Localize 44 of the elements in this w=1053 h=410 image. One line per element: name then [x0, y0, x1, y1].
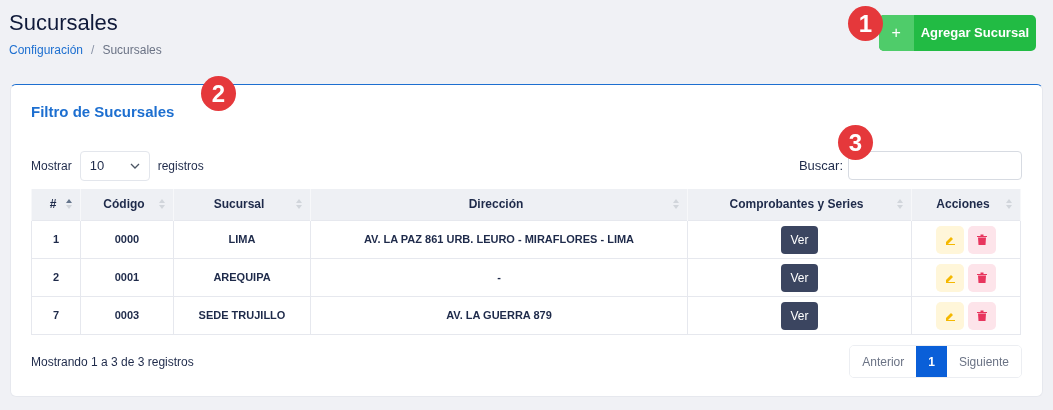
page-title: Sucursales	[9, 9, 119, 37]
table-cell: SEDE TRUJILLO	[173, 296, 311, 335]
view-button[interactable]: Ver	[781, 301, 818, 330]
view-button[interactable]: Ver	[781, 263, 818, 292]
search-field[interactable]	[848, 151, 1022, 180]
column-header[interactable]: #	[31, 188, 81, 221]
table-cell: 0000	[80, 220, 174, 259]
table-cell: LIMA	[173, 220, 311, 259]
callout-badge: 1	[848, 6, 883, 41]
column-header[interactable]: Código	[80, 188, 174, 221]
chevron-down-icon	[129, 162, 140, 169]
trash-icon	[977, 272, 987, 283]
show-label: Mostrar	[31, 157, 72, 175]
pencil-icon	[944, 310, 956, 321]
delete-button[interactable]	[968, 225, 996, 254]
table-cell: 1	[31, 220, 81, 259]
table-cell: AV. LA PAZ 861 URB. LEURO - MIRAFLORES - LIMA	[310, 220, 688, 259]
delete-button[interactable]	[968, 301, 996, 330]
table-cell: 2	[31, 258, 81, 297]
records-label: registros	[157, 157, 204, 175]
delete-button[interactable]	[968, 263, 996, 292]
pencil-icon	[944, 234, 956, 245]
table-cell: 0003	[80, 296, 174, 335]
breadcrumb-separator: /	[91, 42, 95, 59]
table-cell: 0001	[80, 258, 174, 297]
breadcrumb-link[interactable]: Configuración	[9, 41, 84, 59]
page-size-select[interactable]: 10	[79, 150, 150, 181]
trash-icon	[977, 310, 987, 321]
column-header[interactable]: Dirección	[310, 188, 688, 221]
trash-icon	[977, 234, 987, 245]
table-cell: AREQUIPA	[173, 258, 311, 297]
pagination-button[interactable]: 1	[916, 346, 947, 377]
plus-icon: +	[878, 15, 914, 51]
records-info: Mostrando 1 a 3 de 3 registros	[31, 353, 194, 371]
table-cell: -	[310, 258, 688, 297]
view-button[interactable]: Ver	[781, 225, 818, 254]
column-header[interactable]: Comprobantes y Series	[687, 188, 912, 221]
column-header[interactable]: Acciones	[911, 188, 1021, 221]
pencil-icon	[944, 272, 956, 283]
table-cell: 7	[31, 296, 81, 335]
breadcrumb-current: Sucursales	[102, 42, 162, 59]
table-cell: AV. LA GUERRA 879	[310, 296, 688, 335]
column-header[interactable]: Sucursal	[173, 188, 311, 221]
card-title: Filtro de Sucursales	[31, 102, 176, 122]
